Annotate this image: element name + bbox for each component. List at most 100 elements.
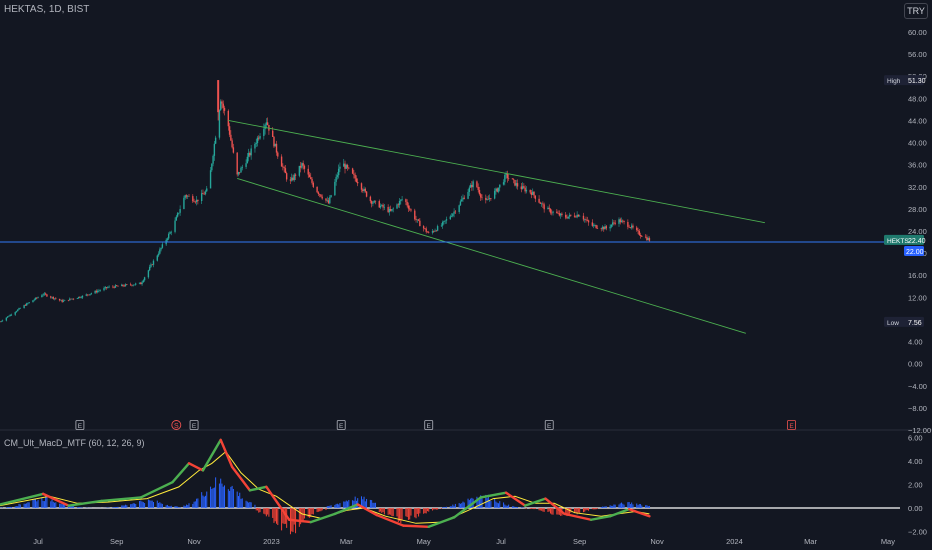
macd-histogram-bar — [241, 498, 243, 508]
macd-histogram-bar — [442, 507, 444, 508]
candle-body — [387, 206, 389, 213]
macd-histogram-bar — [462, 501, 464, 508]
candle-body — [388, 208, 391, 213]
chart-canvas[interactable]: ESEEEEE 60.0056.0052.0048.0044.0040.0036… — [0, 0, 932, 550]
high-label-name: High — [887, 78, 901, 85]
macd-histogram-bar — [614, 504, 616, 508]
macd-histogram-bar — [165, 505, 167, 508]
date-axis-tick: Sep — [573, 537, 586, 546]
candle-body — [259, 136, 261, 139]
macd-histogram-bar — [344, 501, 346, 508]
macd-histogram-bar — [250, 502, 252, 508]
candle-body — [363, 188, 365, 191]
macd-histogram-bar — [423, 508, 425, 514]
candle-body — [195, 199, 198, 203]
macd-histogram-bar — [497, 503, 499, 508]
candle-body — [629, 227, 632, 228]
macd-histogram-bar — [414, 508, 416, 518]
candle-body — [53, 298, 56, 300]
macd-histogram-bar — [131, 504, 133, 508]
candle-body — [449, 216, 451, 220]
candle-body — [443, 220, 445, 223]
candle-body — [603, 226, 605, 230]
macd-histogram-bar — [419, 508, 421, 514]
candle-body — [556, 211, 558, 214]
candle-body — [289, 179, 292, 181]
candle-body — [576, 214, 578, 218]
candle-body — [298, 165, 301, 176]
candle-body — [256, 137, 259, 144]
macd-histogram-bar — [194, 501, 196, 508]
candle-body — [521, 186, 524, 190]
macd-histogram-bar — [648, 505, 650, 508]
date-axis-tick: Mar — [804, 537, 817, 546]
price-axis-tick: 4.00 — [908, 338, 923, 347]
currency-button[interactable]: TRY — [904, 3, 928, 19]
macd-histogram-bar — [320, 508, 322, 512]
macd-histogram-bar — [237, 496, 239, 508]
candle-body — [463, 197, 465, 199]
macd-histogram-bar — [329, 505, 331, 508]
macd-histogram-bar — [533, 508, 535, 510]
macd-histogram-bar — [258, 508, 260, 513]
candle-body — [246, 156, 249, 164]
macd-histogram-bar — [609, 505, 611, 508]
candle-body — [495, 188, 497, 191]
macd-histogram-bar — [407, 508, 409, 520]
candle-body — [151, 264, 153, 266]
candle-body — [530, 192, 533, 195]
candle-body — [85, 294, 87, 296]
macd-histogram-bar — [220, 478, 222, 508]
macd-histogram-bar — [76, 507, 78, 508]
candle-body — [86, 294, 89, 296]
candle-body — [525, 189, 528, 192]
candle-body — [596, 228, 599, 229]
candle-body — [152, 260, 155, 265]
macd-histogram-bar — [478, 499, 480, 508]
candle-body — [241, 166, 243, 168]
macd-histogram-bar — [14, 506, 16, 508]
candle-body — [325, 198, 327, 201]
macd-histogram-bar — [317, 508, 319, 512]
candle-body — [637, 230, 639, 232]
candle-body — [217, 80, 220, 113]
candle-body — [441, 222, 444, 226]
candle-body — [392, 208, 394, 210]
candle-body — [170, 231, 172, 233]
macd-histogram-bar — [426, 508, 428, 512]
macd-histogram-bar — [628, 502, 630, 508]
candle-body — [459, 201, 462, 206]
candle-body — [230, 134, 232, 141]
candle-body — [595, 225, 597, 229]
macd-histogram-bar — [525, 508, 527, 509]
macd-histogram-bar — [529, 508, 531, 509]
macd-histogram-bar — [73, 506, 75, 508]
candle-body — [471, 184, 473, 188]
macd-histogram-bar — [585, 508, 587, 511]
macd-histogram-bar — [54, 502, 56, 508]
macd-histogram-bar — [35, 498, 37, 508]
candle-body — [24, 305, 27, 306]
price-axis-tick: 48.00 — [908, 94, 927, 103]
macd-histogram-bar — [227, 489, 229, 508]
candle-body — [542, 203, 544, 205]
candle-body — [209, 170, 212, 189]
macd-histogram-bar — [112, 507, 114, 508]
candle-body — [193, 201, 195, 202]
macd-histogram-bar — [61, 504, 63, 508]
macd-histogram-bar — [268, 508, 270, 517]
candle-body — [507, 178, 510, 179]
price-axis-tick: 0.00 — [908, 360, 923, 369]
candle-body — [355, 178, 358, 182]
macd-histogram-bar — [51, 499, 53, 508]
macd-histogram-bar — [308, 508, 310, 518]
macd-histogram-bar — [530, 508, 532, 509]
candle-body — [19, 308, 21, 309]
candle-body — [188, 195, 190, 197]
macd-histogram-bar — [588, 508, 590, 511]
candle-body — [1, 320, 4, 322]
candle-body — [218, 110, 221, 138]
candle-body — [169, 232, 171, 234]
macd-histogram-bar — [239, 492, 241, 508]
candle-body — [183, 197, 185, 210]
